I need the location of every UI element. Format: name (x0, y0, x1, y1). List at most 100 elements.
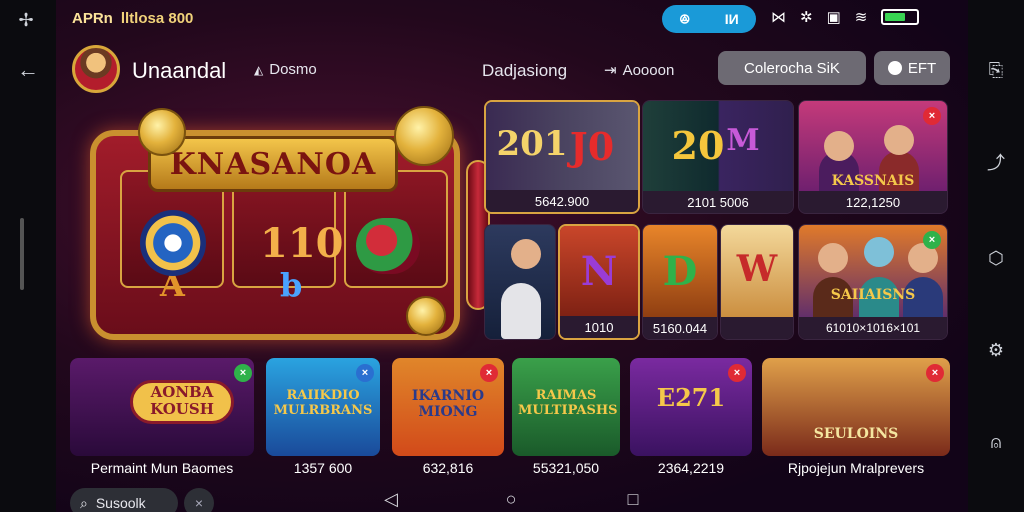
tile-title: J0 (569, 124, 615, 169)
tile-title: D (662, 247, 698, 295)
close-badge-icon[interactable]: × (480, 364, 498, 382)
wifi-icon: ≋ (854, 9, 868, 26)
game-tile-kassnais[interactable]: KASSNAIS 122,1250 × (798, 100, 948, 214)
game-card[interactable]: E271 2364,2219 × (630, 358, 752, 484)
card-label: 1357 600 (293, 460, 353, 476)
game-tile-n[interactable]: N 1010 (558, 224, 640, 340)
tile-value: 122,1250 (799, 191, 947, 213)
link-icon[interactable]: ⤴ (984, 150, 1008, 174)
tile-title: W (736, 247, 778, 290)
game-tile-saiiaisns[interactable]: SAIIAISNS 61010×1016×101 × (798, 224, 948, 340)
tile-title: KASSNAIS (831, 173, 915, 189)
card-title: IKARNIO MIONG (411, 388, 485, 420)
gear-icon[interactable]: ⚙ (984, 338, 1008, 362)
card-label: Rjpojejun Mralprevers (787, 460, 925, 476)
tile-title: N (580, 248, 618, 296)
left-system-bar: ✢ ← (0, 0, 56, 512)
search-label: Susoolk (95, 495, 146, 511)
shield-icon[interactable]: ⬡ (984, 246, 1008, 270)
header-secondary-button[interactable]: EFT (874, 51, 950, 85)
tag-icon: ◭ (254, 62, 264, 77)
game-tile-201[interactable]: 201 J0 5642.900 (484, 100, 640, 214)
header-primary-button[interactable]: Coleroсha SiK (718, 51, 866, 85)
header-tab-dadjasiong[interactable]: Dadjasiong (482, 61, 567, 81)
card-label: 632,816 (422, 460, 474, 476)
info-icon (887, 61, 902, 75)
battery-fill (885, 13, 906, 21)
header-tab-aoooon[interactable]: ⇥ Aoooon (604, 61, 674, 80)
profile-edit-icon[interactable]: ⎘ (984, 58, 1008, 82)
game-tile-d[interactable]: D 5160.044 (642, 224, 718, 340)
person-icon[interactable]: ⍝ (984, 430, 1008, 454)
header-tab-label: Dadjasiong (482, 61, 568, 80)
character-head-icon (824, 131, 854, 161)
app-header: Unaandal ◭ Dosmo Dadjasiong ⇥ Aoooon Col… (56, 42, 968, 96)
character-icon (501, 283, 541, 339)
close-badge-icon[interactable]: × (923, 231, 941, 249)
tile-value: 1010 (560, 316, 638, 338)
card-title: RAIIKDIO MULRBRANS (273, 388, 373, 418)
card-label: 2364,2219 (657, 460, 725, 476)
coin-icon (138, 108, 186, 156)
game-tile-20[interactable]: 20 M 2101 5006 (642, 100, 794, 214)
status-pill[interactable]: ꔮ IИ (662, 5, 756, 33)
tile-title: SAIIAISNS (830, 287, 916, 303)
tile-value (721, 317, 793, 339)
close-button[interactable]: × (184, 488, 214, 512)
slot-letter-b: b (280, 266, 303, 304)
game-card[interactable]: SEULOINS Rjpojejun Mralprevers × (762, 358, 950, 484)
signal-icon: ⋈ (771, 9, 786, 26)
screen-icon: ▣ (826, 9, 841, 26)
side-handle-icon[interactable] (20, 218, 24, 290)
header-secondary-label: EFT (907, 59, 937, 77)
header-primary-label: Coleroсha SiK (744, 59, 840, 77)
game-card[interactable]: RAIMAS MULTIPASHS 55321,050 (512, 358, 620, 484)
featured-slot-machine[interactable]: KNASANOA 110 b A (70, 100, 490, 350)
card-title: AONBA KOUSH (150, 383, 214, 418)
close-badge-icon[interactable]: × (923, 107, 941, 125)
game-tile-w[interactable]: W (720, 224, 794, 340)
status-balance: lltlosa 800 (120, 10, 194, 27)
nav-back-icon[interactable]: ◁ (380, 488, 402, 510)
search-icon: ⌕ (80, 494, 88, 511)
arrows-icon: ⇥ (604, 62, 617, 79)
cherries-icon (356, 218, 420, 274)
tile-title: M (726, 123, 760, 159)
character-head-icon (884, 125, 914, 155)
nav-home-icon[interactable]: ○ (500, 488, 522, 510)
roulette-wheel-icon (140, 210, 206, 276)
close-badge-icon[interactable]: × (926, 364, 944, 382)
avatar[interactable] (72, 45, 120, 93)
game-card[interactable]: RAIIKDIO MULRBRANS 1357 600 × (266, 358, 380, 484)
close-badge-icon[interactable]: × (356, 364, 374, 382)
slot-banner-title: KNASANOA (148, 136, 398, 192)
pin-icon[interactable]: ✢ (14, 8, 38, 32)
back-arrow-icon[interactable]: ← (16, 57, 40, 82)
app-window: APRn lltlosa 800 ꔮ IИ ⋈ ✲ ▣ ≋ Unaandal ◭… (56, 0, 968, 512)
status-carrier: APRn (72, 10, 113, 27)
game-card[interactable]: IKARNIO MIONG 632,816 × (392, 358, 504, 484)
character-head-icon (864, 237, 894, 267)
status-pill-icon: ꔮ (679, 10, 691, 27)
nav-recents-icon[interactable]: □ (622, 488, 644, 510)
app-title: Unaandal (132, 58, 227, 83)
status-pill-label: IИ (724, 11, 739, 27)
coin-icon (406, 296, 446, 336)
chip-icon (394, 106, 454, 166)
game-card[interactable]: AONBA KOUSH Permaint Mun Baomes × (70, 358, 254, 484)
header-tab-dosmo[interactable]: ◭ Dosmo (254, 61, 317, 78)
settings-icon: ✲ (800, 9, 813, 26)
card-label: 55321,050 (532, 460, 600, 476)
tile-value: 5642.900 (486, 190, 638, 212)
tile-value: 61010×1016×101 (799, 317, 947, 339)
right-system-bar: ⎘ ⤴ ⬡ ⚙ ⍝ (968, 0, 1024, 512)
tile-value: 2101 5006 (643, 191, 793, 213)
character-head-icon (511, 239, 541, 269)
close-badge-icon[interactable]: × (728, 364, 746, 382)
search-button[interactable]: ⌕ Susoolk (70, 488, 178, 512)
close-badge-icon[interactable]: × (234, 364, 252, 382)
card-title: SEULOINS (813, 426, 899, 442)
battery-icon (881, 9, 920, 25)
header-tab-label: Dosmo (269, 61, 317, 78)
game-tile-portrait[interactable] (484, 224, 556, 340)
